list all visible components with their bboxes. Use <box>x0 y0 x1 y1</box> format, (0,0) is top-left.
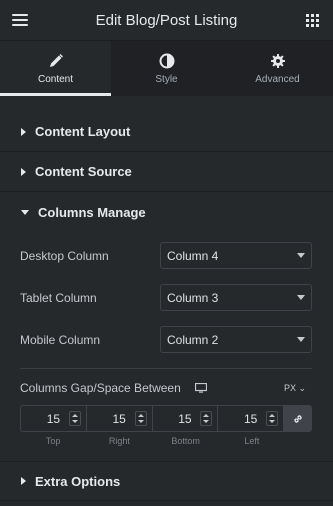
panel-header: Edit Blog/Post Listing <box>0 0 333 41</box>
tablet-column-select[interactable]: Column 3 <box>160 284 312 311</box>
gap-top-input[interactable]: 15 <box>21 406 87 431</box>
panel-tabs: Content Style Advanced <box>0 41 333 96</box>
tab-style-label: Style <box>155 73 178 85</box>
desktop-monitor-icon[interactable] <box>194 383 207 393</box>
section-content-source[interactable]: Content Source <box>0 152 333 192</box>
dropdown-arrow-icon <box>297 253 305 258</box>
caret-right-icon <box>21 477 26 485</box>
section-content-layout[interactable]: Content Layout <box>0 112 333 152</box>
section-title: Content Source <box>35 164 132 179</box>
columns-gap-dimensions: 15 15 15 15 <box>20 405 312 432</box>
caret-right-icon <box>21 167 26 176</box>
tab-content[interactable]: Content <box>0 41 111 96</box>
caret-down-icon <box>21 209 29 215</box>
tablet-column-row: Tablet Column Column 3 <box>20 284 312 311</box>
link-icon <box>293 414 302 423</box>
unit-selector[interactable]: PX ⌄ <box>284 383 306 394</box>
tab-style[interactable]: Style <box>111 41 222 96</box>
columns-gap-header: Columns Gap/Space Between PX ⌄ <box>20 380 312 396</box>
gear-icon <box>270 53 285 68</box>
tab-advanced[interactable]: Advanced <box>222 41 333 96</box>
gap-right-caption: Right <box>108 436 130 446</box>
stepper-icon[interactable] <box>68 411 81 426</box>
stepper-icon[interactable] <box>266 411 278 426</box>
half-circle-icon <box>159 53 174 68</box>
desktop-column-value: Column 4 <box>167 248 219 263</box>
section-title: Extra Options <box>35 473 121 489</box>
tablet-column-value: Column 3 <box>167 290 219 305</box>
stepper-icon[interactable] <box>200 411 213 426</box>
divider <box>20 368 312 369</box>
mobile-column-label: Mobile Column <box>20 332 101 347</box>
gap-top-value: 15 <box>46 411 61 426</box>
dropdown-arrow-icon <box>297 337 305 342</box>
link-values-button[interactable] <box>284 406 311 431</box>
tab-content-label: Content <box>37 73 74 85</box>
gap-bottom-input[interactable]: 15 <box>153 406 219 431</box>
gap-top-caption: Top <box>45 436 61 446</box>
hamburger-menu-icon[interactable] <box>12 14 28 26</box>
section-extra-options[interactable]: Extra Options <box>0 461 333 501</box>
tablet-column-label: Tablet Column <box>20 290 97 305</box>
gap-right-value: 15 <box>112 411 126 426</box>
widgets-grid-icon[interactable] <box>306 14 319 27</box>
section-title: Content Layout <box>35 124 131 139</box>
gap-left-input[interactable]: 15 <box>218 406 284 431</box>
gap-left-value: 15 <box>243 411 258 426</box>
stepper-icon[interactable] <box>134 411 147 426</box>
panel-title: Edit Blog/Post Listing <box>95 11 238 29</box>
columns-gap-label: Columns Gap/Space Between <box>20 381 181 395</box>
desktop-column-row: Desktop Column Column 4 <box>20 242 312 269</box>
gap-dimension-labels: Top Right Bottom Left <box>20 436 285 446</box>
desktop-column-select[interactable]: Column 4 <box>160 242 312 269</box>
gap-left-caption: Left <box>244 436 260 446</box>
mobile-column-select[interactable]: Column 2 <box>160 326 312 353</box>
mobile-column-row: Mobile Column Column 2 <box>20 326 312 353</box>
mobile-column-value: Column 2 <box>167 332 219 347</box>
unit-label: PX <box>283 382 296 393</box>
pencil-icon <box>49 53 63 67</box>
tab-advanced-label: Advanced <box>255 73 300 85</box>
section-title: Columns Manage <box>38 204 146 220</box>
desktop-column-label: Desktop Column <box>20 248 109 263</box>
dropdown-arrow-icon <box>297 295 305 300</box>
gap-bottom-caption: Bottom <box>171 436 200 446</box>
gap-right-input[interactable]: 15 <box>87 406 153 431</box>
gap-bottom-value: 15 <box>178 411 192 426</box>
section-columns-manage[interactable]: Columns Manage <box>0 192 333 232</box>
caret-right-icon <box>21 127 26 136</box>
